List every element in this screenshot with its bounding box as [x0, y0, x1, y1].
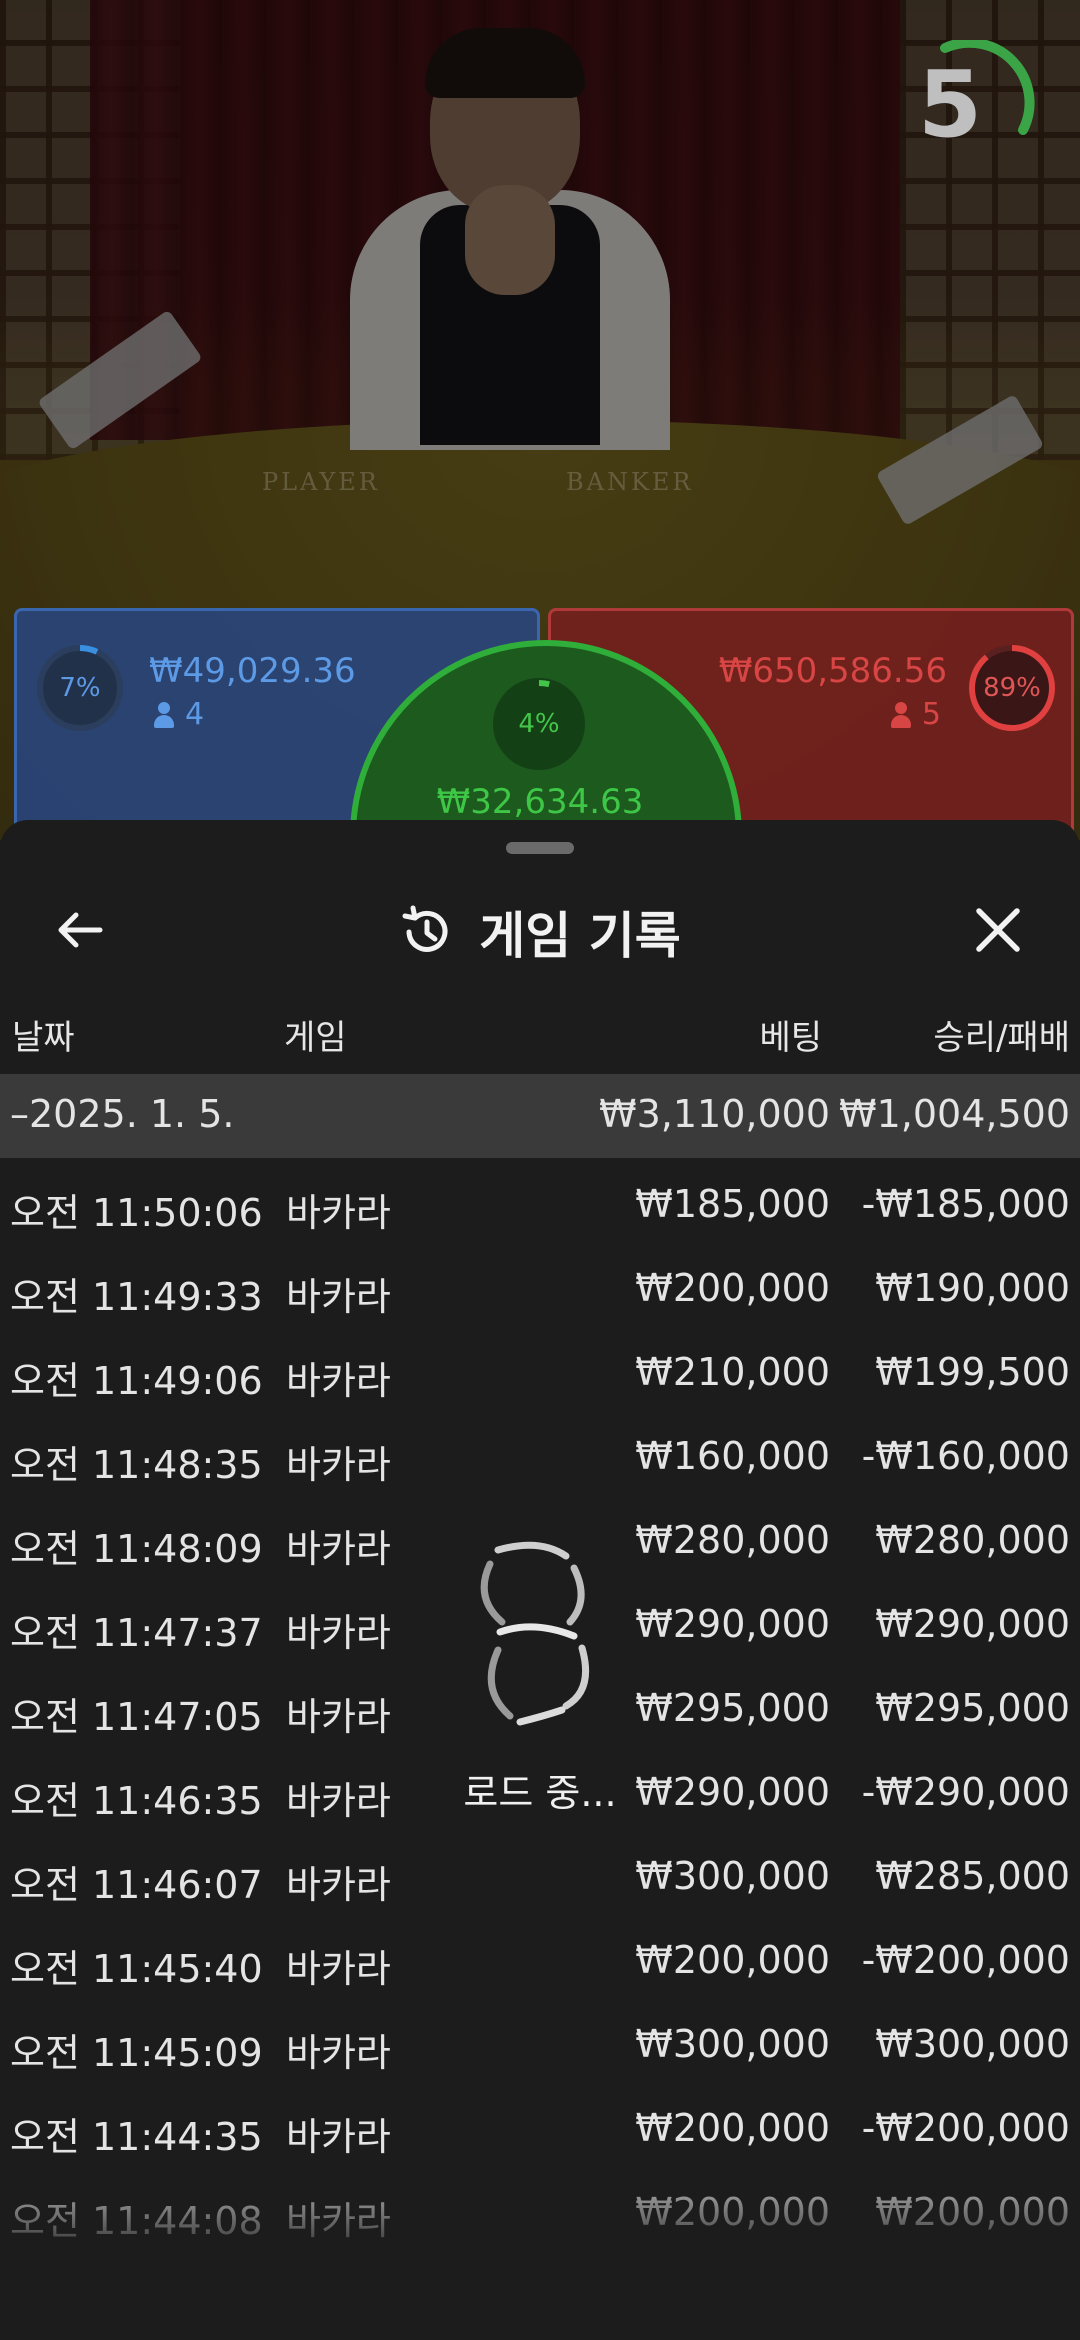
row-result: -₩290,000 — [861, 1770, 1070, 1814]
history-row[interactable]: 오전 11:45:09 바카라 ₩300,000 ₩300,000 — [0, 2022, 1080, 2106]
person-icon — [153, 701, 175, 728]
history-row[interactable]: 오전 11:48:35 바카라 ₩160,000 -₩160,000 — [0, 1434, 1080, 1518]
sheet-drag-handle[interactable] — [506, 842, 574, 854]
banker-percent-ring: 89% — [967, 643, 1057, 733]
loading-text: 로드 중... — [463, 1771, 617, 1815]
row-time: 오전 11:45:09 — [10, 2031, 263, 2075]
row-game: 바카라 — [286, 1275, 391, 1319]
row-result: ₩190,000 — [875, 1266, 1070, 1310]
row-game: 바카라 — [286, 1611, 391, 1655]
tie-percent: 4% — [518, 709, 560, 739]
row-bet: ₩160,000 — [635, 1434, 830, 1478]
day-group-bet-total: ₩3,110,000 — [599, 1092, 830, 1136]
player-count-value: 4 — [185, 697, 205, 732]
row-result: ₩300,000 — [875, 2022, 1070, 2066]
banker-bettor-count: 5 — [890, 697, 941, 732]
row-time: 오전 11:47:05 — [10, 1695, 263, 1739]
row-game: 바카라 — [286, 1359, 391, 1403]
row-time: 오전 11:48:35 — [10, 1443, 263, 1487]
player-bettor-count: 4 — [153, 697, 204, 732]
column-header-bet: 베팅 — [759, 1018, 822, 1058]
sheet-title: 게임 기록 — [479, 907, 681, 965]
column-header-game: 게임 — [284, 1018, 347, 1058]
column-header-date: 날짜 — [12, 1018, 75, 1058]
row-time: 오전 11:45:40 — [10, 1947, 263, 1991]
row-bet: ₩200,000 — [635, 2106, 830, 2150]
row-bet: ₩300,000 — [635, 2022, 830, 2066]
day-group-date: –2025. 1. 5. — [10, 1092, 235, 1136]
close-button[interactable] — [958, 880, 1038, 980]
row-bet: ₩185,000 — [635, 1182, 830, 1226]
row-time: 오전 11:50:06 — [10, 1191, 263, 1235]
row-game: 바카라 — [286, 2031, 391, 2075]
row-result: ₩285,000 — [875, 1854, 1070, 1898]
countdown-timer: 5 — [917, 51, 982, 158]
banker-percent: 89% — [983, 673, 1041, 703]
row-time: 오전 11:48:09 — [10, 1527, 263, 1571]
tie-bet-amount: ₩32,634.63 — [436, 782, 644, 822]
row-bet: ₩290,000 — [635, 1770, 830, 1814]
row-bet: ₩200,000 — [635, 1938, 830, 1982]
row-game: 바카라 — [286, 1947, 391, 1991]
row-result: ₩295,000 — [875, 1686, 1070, 1730]
row-result: ₩290,000 — [875, 1602, 1070, 1646]
history-row[interactable]: 오전 11:49:33 바카라 ₩200,000 ₩190,000 — [0, 1266, 1080, 1350]
live-video: PLAYER BANKER 5 7% ₩49,029.36 4 ₩650,586… — [0, 0, 1080, 840]
history-row[interactable]: 오전 11:46:07 바카라 ₩300,000 ₩285,000 — [0, 1854, 1080, 1938]
history-row[interactable]: 오전 11:50:06 바카라 ₩185,000 -₩185,000 — [0, 1182, 1080, 1266]
spinner-icon — [480, 1541, 590, 1726]
row-game: 바카라 — [286, 1527, 391, 1571]
sheet-header: 게임 기록 — [0, 882, 1080, 982]
row-time: 오전 11:49:06 — [10, 1359, 263, 1403]
row-game: 바카라 — [286, 1863, 391, 1907]
row-game: 바카라 — [286, 1443, 391, 1487]
row-time: 오전 11:46:07 — [10, 1863, 263, 1907]
row-bet: ₩210,000 — [635, 1350, 830, 1394]
row-game: 바카라 — [286, 1695, 391, 1739]
column-header-result: 승리/패배 — [933, 1018, 1070, 1058]
player-bet-amount: ₩49,029.36 — [149, 651, 356, 691]
player-percent-ring: 7% — [35, 643, 125, 733]
row-bet: ₩300,000 — [635, 1854, 830, 1898]
banker-bet-amount: ₩650,586.56 — [718, 651, 947, 691]
tie-percent-ring: 4% — [493, 678, 585, 770]
row-result: -₩185,000 — [861, 1182, 1070, 1226]
list-fade-overlay — [0, 2150, 1080, 2340]
row-time: 오전 11:46:35 — [10, 1779, 263, 1823]
row-time: 오전 11:47:37 — [10, 1611, 263, 1655]
row-result: -₩200,000 — [861, 2106, 1070, 2150]
row-game: 바카라 — [286, 1779, 391, 1823]
row-bet: ₩295,000 — [635, 1686, 830, 1730]
player-percent: 7% — [59, 673, 101, 703]
day-group-result-total: ₩1,004,500 — [839, 1092, 1070, 1136]
history-icon — [402, 905, 448, 952]
day-group-row[interactable]: –2025. 1. 5. ₩3,110,000 ₩1,004,500 — [0, 1074, 1080, 1158]
row-result: -₩200,000 — [861, 1938, 1070, 1982]
history-row[interactable]: 오전 11:45:40 바카라 ₩200,000 -₩200,000 — [0, 1938, 1080, 2022]
row-result: -₩160,000 — [861, 1434, 1070, 1478]
close-icon — [976, 908, 1020, 952]
row-bet: ₩290,000 — [635, 1602, 830, 1646]
row-bet: ₩280,000 — [635, 1518, 830, 1562]
row-result: ₩199,500 — [875, 1350, 1070, 1394]
row-bet: ₩200,000 — [635, 1266, 830, 1310]
row-result: ₩280,000 — [875, 1518, 1070, 1562]
person-icon — [890, 701, 912, 728]
banker-count-value: 5 — [921, 697, 941, 732]
history-row[interactable]: 오전 11:49:06 바카라 ₩210,000 ₩199,500 — [0, 1350, 1080, 1434]
row-game: 바카라 — [286, 1191, 391, 1235]
row-time: 오전 11:49:33 — [10, 1275, 263, 1319]
